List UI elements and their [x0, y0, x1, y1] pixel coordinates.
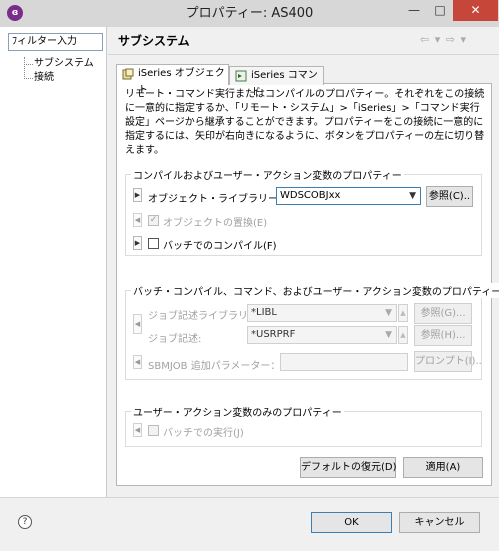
toggle-batch-run[interactable]: ◀ — [133, 423, 142, 437]
object-library-value: WDSCOBJxx — [280, 190, 341, 201]
cancel-button[interactable]: キャンセル — [399, 512, 480, 533]
page-title: サブシステム — [118, 34, 190, 48]
browse-jobdesc-library-button[interactable]: 参照(G)... — [414, 303, 472, 324]
jobdesc-library-label: ジョブ記述ライブラリー: — [148, 311, 262, 322]
browse-object-library-button[interactable]: 参照(C).. — [426, 186, 473, 207]
command-icon — [235, 70, 247, 82]
sbmjob-params-label: SBMJOB 追加パラメーター： — [148, 361, 281, 372]
jobdesc-library-value: *LIBL — [251, 307, 277, 318]
tree-connector — [24, 57, 25, 79]
navigation-tree-pane — [0, 27, 107, 497]
tab-iseries-objects[interactable]: iSeries オブジェクト — [116, 64, 229, 96]
tree-connector — [24, 64, 33, 65]
jobdesc-library-combo[interactable]: *LIBL ▼ — [247, 304, 397, 322]
batch-compile-label: バッチでのコンパイル(F) — [163, 241, 277, 252]
prompt-button[interactable]: プロンプト(I).. — [414, 351, 482, 372]
toggle-job-description[interactable]: ◀ — [133, 314, 142, 334]
replace-object-label: オブジェクトの置換(E) — [163, 218, 268, 229]
replace-object-checkbox[interactable]: ✓ — [148, 215, 159, 226]
close-button[interactable]: ✕ — [453, 0, 498, 21]
restore-defaults-button[interactable]: デフォルトの復元(D) — [300, 457, 397, 478]
jobdesc-library-spinner[interactable]: ▲ — [398, 304, 408, 322]
description-text: リモート・コマンド実行またはコンパイルのプロパティー。それぞれをこの接続に一意的… — [125, 89, 485, 156]
chevron-down-icon: ▼ — [409, 191, 416, 201]
object-library-combo[interactable]: WDSCOBJxx ▼ — [276, 187, 421, 205]
tree-item-subsystem[interactable]: サブシステム — [34, 57, 94, 71]
header-divider — [108, 54, 499, 55]
toggle-sbmjob-params[interactable]: ◀ — [133, 355, 142, 369]
group-title-compile: コンパイルおよびユーザー・アクション変数のプロパティー — [131, 167, 404, 182]
group-title-batch: バッチ・コンパイル、コマンド、およびユーザー・アクション変数のプロパティー — [131, 283, 499, 298]
help-icon[interactable]: ? — [18, 515, 32, 529]
maximize-button[interactable]: □ — [427, 0, 453, 21]
tree-item-connection[interactable]: 接続 — [34, 71, 54, 85]
batch-run-checkbox[interactable] — [148, 425, 159, 436]
jobdesc-combo[interactable]: *USRPRF ▼ — [247, 326, 397, 344]
filter-input[interactable]: ﾌィルター入力 — [8, 33, 103, 51]
history-navigation-arrows[interactable]: ⇦ ▾ ⇨ ▾ — [420, 33, 467, 46]
apply-button[interactable]: 適用(A) — [403, 457, 483, 478]
minimize-button[interactable]: — — [401, 0, 427, 21]
toggle-replace-object[interactable]: ◀ — [133, 213, 142, 227]
group-title-user-action: ユーザー・アクション変数のみのプロパティー — [131, 404, 344, 419]
jobdesc-label: ジョブ記述: — [148, 334, 202, 345]
jobdesc-value: *USRPRF — [251, 329, 296, 340]
sbmjob-params-input[interactable] — [280, 353, 408, 371]
tab-iseries-commands[interactable]: iSeries コマンド — [229, 66, 324, 98]
chevron-down-icon: ▼ — [385, 308, 392, 318]
tree-connector — [24, 78, 33, 79]
ok-button[interactable]: OK — [311, 512, 392, 533]
object-icon — [122, 68, 134, 80]
toggle-batch-compile[interactable]: ▶ — [133, 236, 142, 250]
batch-compile-checkbox[interactable] — [148, 238, 159, 249]
jobdesc-spinner[interactable]: ▲ — [398, 326, 408, 344]
toggle-object-library[interactable]: ▶ — [133, 188, 142, 202]
chevron-down-icon: ▼ — [385, 330, 392, 340]
footer-divider — [0, 497, 499, 498]
batch-run-label: バッチでの実行(J) — [163, 428, 244, 439]
browse-jobdesc-button[interactable]: 参照(H)... — [414, 325, 472, 346]
